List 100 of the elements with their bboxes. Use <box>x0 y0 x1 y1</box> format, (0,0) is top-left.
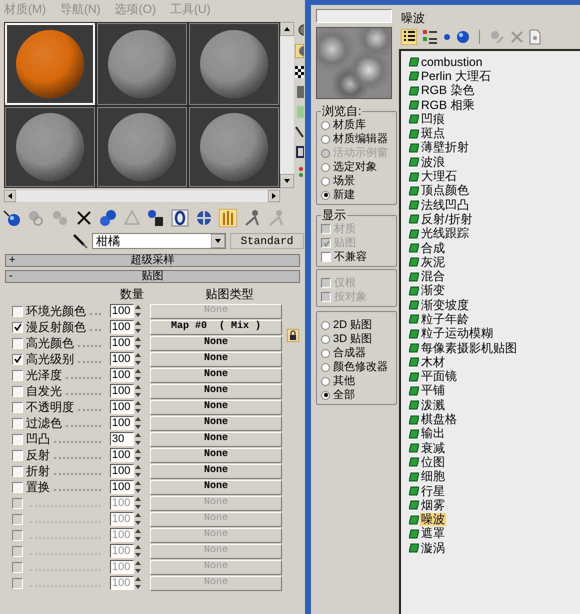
radio-label[interactable]: 材质库 <box>333 120 366 130</box>
list-item[interactable]: 薄壁折射 <box>420 141 470 154</box>
map-button[interactable]: None <box>150 384 282 398</box>
rollout-header[interactable]: - 贴图 <box>5 270 300 283</box>
scroll-left-icon[interactable] <box>4 190 16 202</box>
checkbox[interactable] <box>12 386 23 396</box>
list-item[interactable]: 光线跟踪 <box>420 227 470 240</box>
checkbox[interactable] <box>12 418 23 428</box>
map-button[interactable]: None <box>150 368 282 382</box>
scroll-down-icon[interactable] <box>280 174 294 188</box>
list-item[interactable]: 棋盘格 <box>420 413 458 426</box>
document-icon[interactable] <box>529 29 541 45</box>
list-item[interactable]: 木材 <box>420 356 446 369</box>
list-item[interactable]: Perlin 大理石 <box>420 70 492 83</box>
radio-button[interactable] <box>321 176 330 186</box>
list-item[interactable]: 灰泥 <box>420 256 446 269</box>
radio-button[interactable] <box>321 334 330 344</box>
dropdown-caret-icon[interactable] <box>211 234 225 248</box>
sphere-arrow-icon[interactable] <box>3 209 21 227</box>
checkbox[interactable] <box>12 466 23 476</box>
checkbox[interactable] <box>12 354 23 364</box>
list-item[interactable]: 噪波 <box>420 513 446 526</box>
list-item[interactable]: 凹痕 <box>420 112 446 126</box>
radio-button[interactable] <box>321 376 330 386</box>
list-item[interactable]: 斑点 <box>420 127 446 140</box>
map-button[interactable]: None <box>150 336 282 350</box>
radio-button[interactable] <box>321 162 330 172</box>
radio-button[interactable] <box>321 134 330 144</box>
list-item[interactable]: 渐变 <box>420 284 446 298</box>
map-button[interactable]: None <box>150 432 282 446</box>
list-item[interactable]: 遮罩 <box>420 527 446 540</box>
radio-label[interactable]: 场景 <box>333 176 355 186</box>
list-item[interactable]: 漩涡 <box>420 542 446 555</box>
list-item[interactable]: RGB 相乘 <box>420 98 476 112</box>
checkbox[interactable] <box>12 338 23 348</box>
list-item[interactable]: RGB 染色 <box>420 84 476 98</box>
checker-sphere-icon[interactable] <box>195 209 213 227</box>
rollout-header[interactable]: + 超级采样 <box>5 254 300 267</box>
list-view-icon[interactable] <box>401 29 417 45</box>
radio-button[interactable] <box>321 320 330 330</box>
figure-icon[interactable] <box>243 209 261 227</box>
list-item[interactable]: 粒子运动模糊 <box>420 327 494 340</box>
radio-label[interactable]: 全部 <box>333 390 355 400</box>
list-item[interactable]: 行星 <box>420 484 446 498</box>
radio-label[interactable]: 颜色修改器 <box>333 362 388 372</box>
list-item[interactable]: 平铺 <box>420 384 446 398</box>
checkbox[interactable] <box>12 482 23 492</box>
list-item[interactable]: 烟雾 <box>420 498 446 512</box>
list-item[interactable]: combustion <box>420 56 484 69</box>
checkbox[interactable] <box>321 252 331 262</box>
ring-icon[interactable] <box>171 209 189 227</box>
radio-label[interactable]: 选定对象 <box>333 162 377 172</box>
checkbox[interactable] <box>12 402 23 412</box>
map-button[interactable]: None <box>150 480 282 494</box>
map-button[interactable]: None <box>150 464 282 478</box>
list-item[interactable]: 平面镜 <box>420 370 458 384</box>
list-icons-icon[interactable] <box>422 29 438 45</box>
square-icon[interactable] <box>295 86 304 98</box>
radio-label[interactable]: 新建 <box>333 190 355 200</box>
radio-label[interactable]: 合成器 <box>333 348 366 358</box>
list-item[interactable]: 泼溅 <box>420 398 446 412</box>
radio-label[interactable]: 3D 贴图 <box>333 334 372 344</box>
map-button[interactable]: Map #0 ( Mix ) <box>150 320 282 334</box>
radio-label[interactable]: 材质编辑器 <box>333 134 388 144</box>
checker-icon[interactable] <box>295 66 304 78</box>
horizontal-scrollbar[interactable] <box>4 190 280 202</box>
large-sphere-icon[interactable] <box>456 30 470 44</box>
list-item[interactable]: 混合 <box>420 270 446 284</box>
list-item[interactable]: 输出 <box>420 427 446 440</box>
radio-label[interactable]: 2D 贴图 <box>333 320 372 330</box>
checkbox[interactable] <box>12 322 23 332</box>
radio-button[interactable] <box>321 120 330 130</box>
radio-button[interactable] <box>321 190 330 200</box>
delete-icon[interactable] <box>75 209 93 227</box>
bars-icon[interactable] <box>219 209 237 227</box>
map-button[interactable]: None <box>150 352 282 366</box>
checkbox[interactable] <box>12 434 23 444</box>
radio-label[interactable]: 其他 <box>333 376 355 386</box>
radio-button[interactable] <box>321 390 330 400</box>
list-item[interactable]: 衰减 <box>420 442 446 455</box>
list-item[interactable]: 顶点颜色 <box>420 184 470 198</box>
list-item[interactable]: 波浪 <box>420 156 446 169</box>
checkbox[interactable] <box>12 306 23 316</box>
list-item[interactable]: 反射/折射 <box>420 212 474 226</box>
vertical-scrollbar[interactable] <box>280 22 294 188</box>
list-item[interactable]: 大理石 <box>420 170 458 184</box>
sphere-pair-icon[interactable] <box>99 209 117 227</box>
list-item[interactable]: 每像素摄影机贴图 <box>420 342 518 355</box>
material-type-button[interactable]: Standard <box>230 233 304 249</box>
lock-icon[interactable] <box>287 329 299 342</box>
frame-icon[interactable] <box>295 146 304 158</box>
list-item[interactable]: 位图 <box>420 456 446 469</box>
radio-button[interactable] <box>321 362 330 372</box>
list-item[interactable]: 渐变坡度 <box>420 298 470 312</box>
list-item[interactable]: 合成 <box>420 242 446 254</box>
checkbox[interactable] <box>12 450 23 460</box>
scroll-up-icon[interactable] <box>280 22 294 36</box>
map-button[interactable]: None <box>150 416 282 430</box>
list-item[interactable]: 细胞 <box>420 470 446 484</box>
map-button[interactable]: None <box>150 448 282 462</box>
